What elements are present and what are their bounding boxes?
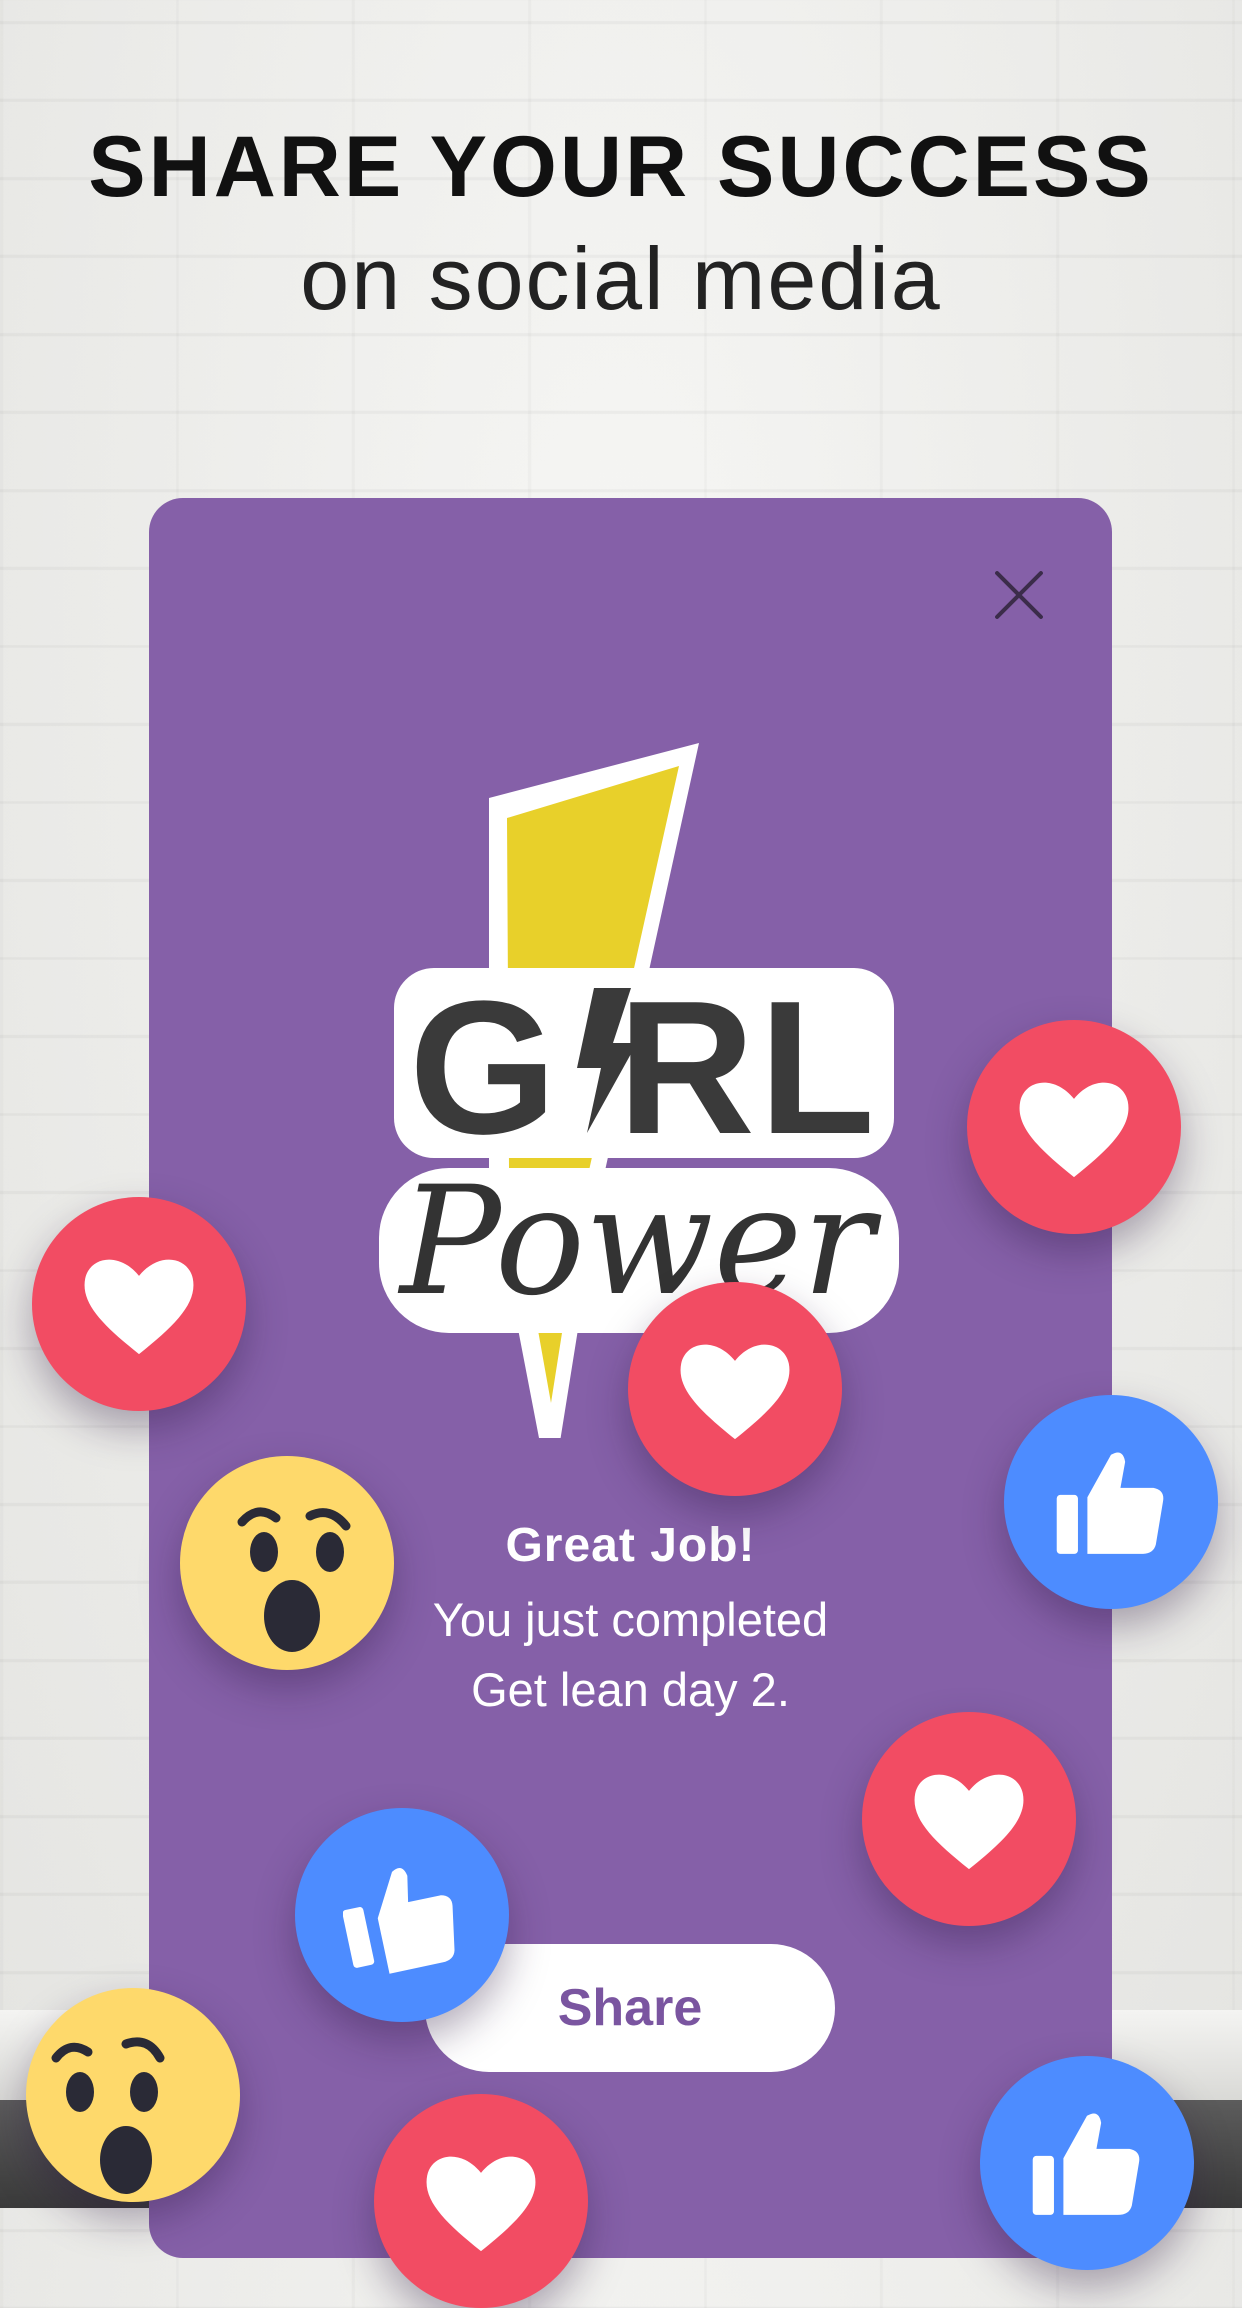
heart-icon: [914, 1774, 1024, 1870]
subheadline: on social media: [300, 229, 942, 328]
thumbs-up-icon: [343, 1867, 455, 1974]
wow-emoji-icon: [237, 1507, 351, 1652]
sticker-word-power: Power: [397, 1155, 882, 1329]
like-reaction-bubble: [1004, 1395, 1218, 1609]
heart-icon: [1019, 1082, 1129, 1178]
heart-reaction-bubble: [862, 1712, 1076, 1926]
heart-icon: [680, 1344, 790, 1440]
like-reaction-bubble: [980, 2056, 1194, 2270]
message-line-2: Get lean day 2.: [471, 1663, 790, 1716]
wow-reaction-emoji: [180, 1456, 394, 1670]
thumbs-up-icon: [1056, 1452, 1164, 1554]
close-icon[interactable]: [994, 570, 1044, 620]
heart-reaction-bubble: [32, 1197, 246, 1411]
heart-reaction-bubble: [628, 1282, 842, 1496]
sticker-word-girl: G RL: [409, 962, 879, 1174]
heart-icon: [426, 2156, 536, 2252]
like-reaction-bubble: [295, 1808, 509, 2022]
wow-reaction-emoji: [26, 1988, 240, 2202]
heart-reaction-bubble: [374, 2094, 588, 2308]
headline: SHARE YOUR SUCCESS: [88, 119, 1154, 215]
heart-reaction-bubble: [967, 1020, 1181, 1234]
wow-emoji-icon: [51, 2037, 165, 2194]
thumbs-up-icon: [1032, 2113, 1140, 2215]
heart-icon: [84, 1259, 194, 1355]
